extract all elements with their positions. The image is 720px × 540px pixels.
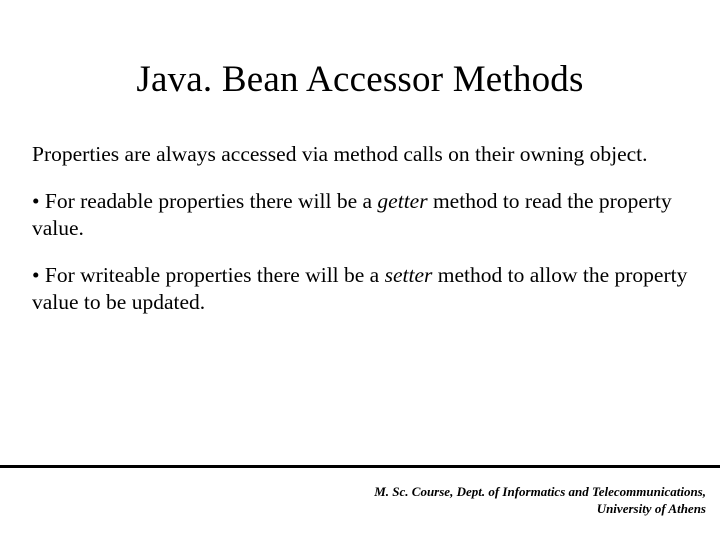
footer-line-2: University of Athens xyxy=(374,500,706,518)
slide-title: Java. Bean Accessor Methods xyxy=(0,0,720,101)
bullet-emphasis: setter xyxy=(385,263,433,287)
bullet-text-prefix: • For writeable properties there will be… xyxy=(32,263,385,287)
footer-line-1: M. Sc. Course, Dept. of Informatics and … xyxy=(374,483,706,501)
footer: M. Sc. Course, Dept. of Informatics and … xyxy=(374,483,706,518)
slide-body: Properties are always accessed via metho… xyxy=(0,101,720,315)
footer-divider xyxy=(0,465,720,468)
bullet-emphasis: getter xyxy=(377,189,427,213)
bullet-text-prefix: • For readable properties there will be … xyxy=(32,189,377,213)
bullet-item: • For readable properties there will be … xyxy=(32,188,688,242)
bullet-item: • For writeable properties there will be… xyxy=(32,262,688,316)
slide: Java. Bean Accessor Methods Properties a… xyxy=(0,0,720,540)
intro-paragraph: Properties are always accessed via metho… xyxy=(32,141,688,168)
